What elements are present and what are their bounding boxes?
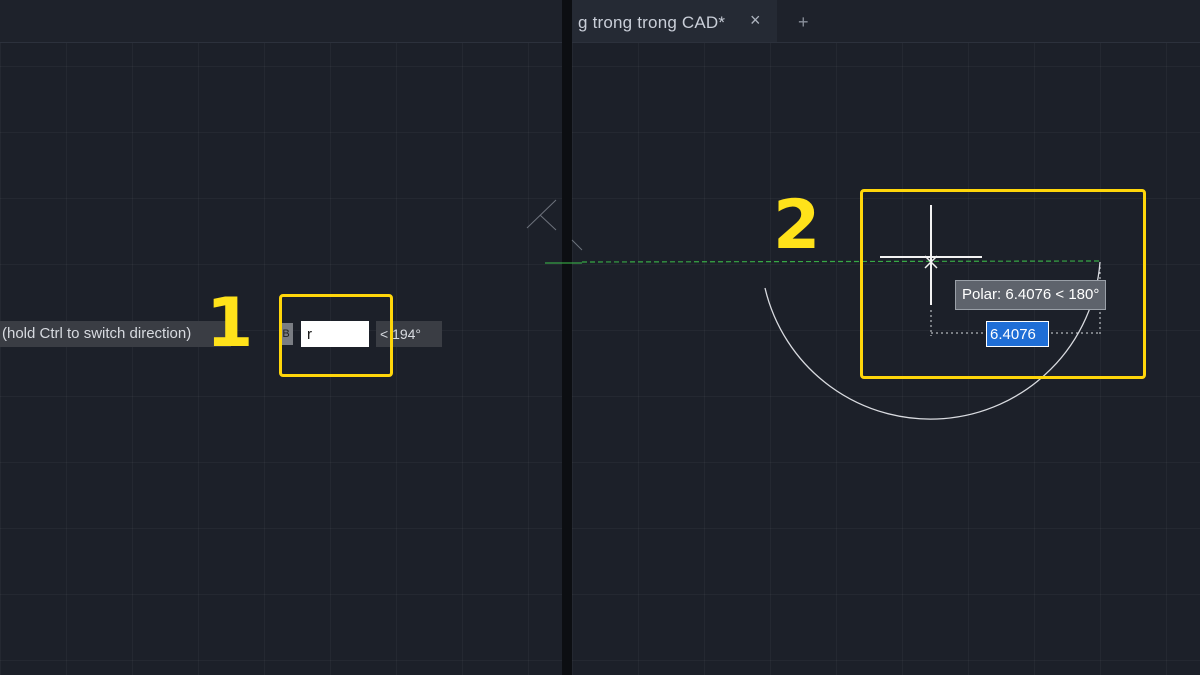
ucs-icon: [526, 199, 583, 251]
ucs-axis-line: [539, 214, 557, 231]
ucs-axis-line: [571, 239, 583, 251]
step-2-highlight-box: [860, 189, 1146, 379]
ucs-axis-line: [526, 199, 557, 229]
step-number-2: 2: [773, 186, 821, 265]
